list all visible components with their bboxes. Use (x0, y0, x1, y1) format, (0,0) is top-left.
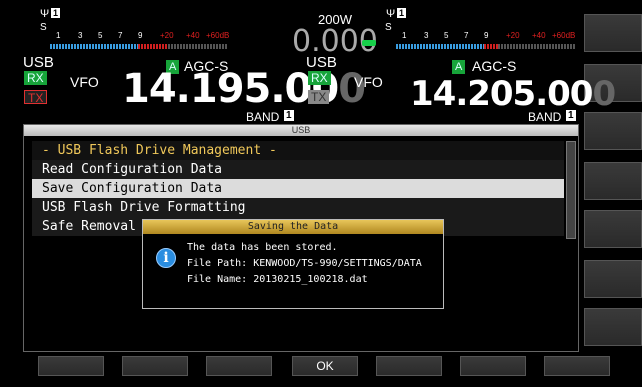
s-meter-bar-empty (168, 44, 228, 49)
soft-key-6[interactable] (584, 260, 642, 298)
s-meter-bar (396, 44, 484, 49)
meter-tick: +60dB (552, 31, 576, 40)
mode-label: USB (23, 54, 54, 71)
meter-tick: 9 (484, 31, 489, 40)
meter-tick: 3 (424, 31, 429, 40)
soft-key-3[interactable] (584, 112, 642, 150)
menu-item-format-drive[interactable]: USB Flash Drive Formatting (32, 198, 564, 217)
ok-button[interactable]: OK (292, 356, 358, 376)
function-key-5[interactable] (376, 356, 442, 376)
dialog-title: Saving the Data (143, 220, 443, 234)
band-number: 1 (284, 110, 294, 121)
mode-label: USB (306, 54, 337, 71)
meter-tick: 1 (402, 31, 407, 40)
vfo-label: VFO (354, 74, 383, 90)
antenna-icon: Ψ (40, 8, 50, 20)
info-dialog: Saving the Data i The data has been stor… (142, 219, 444, 309)
function-key-7[interactable] (544, 356, 610, 376)
vfo-label: VFO (70, 74, 99, 90)
meter-tick: +20 (160, 31, 174, 40)
meter-tick: 7 (464, 31, 469, 40)
meter-tick: 1 (56, 31, 61, 40)
s-meter-bar-empty (498, 44, 576, 49)
s-meter-bar-over (138, 44, 168, 49)
dialog-file-path: File Path: KENWOOD/TS-990/SETTINGS/DATA (187, 258, 422, 269)
meter-tick: +40 (532, 31, 546, 40)
function-key-3[interactable] (206, 356, 272, 376)
soft-key-4[interactable] (584, 162, 642, 200)
meter-tick: +60dB (206, 31, 230, 40)
agc-badge: A (452, 60, 466, 74)
meter-tick: 7 (118, 31, 123, 40)
meter-tick: +20 (506, 31, 520, 40)
menu-item-save-config[interactable]: Save Configuration Data (32, 179, 564, 198)
function-key-6[interactable] (460, 356, 526, 376)
soft-key-7[interactable] (584, 308, 642, 346)
function-key-2[interactable] (122, 356, 188, 376)
info-icon: i (156, 248, 176, 268)
s-meter-bar (50, 44, 138, 49)
antenna-number: 1 (397, 8, 407, 18)
tx-meter-indicator (362, 40, 376, 46)
s-meter-label: S (40, 22, 47, 33)
frequency-display: 14.205.000 (410, 74, 616, 114)
panel-title: USB (24, 125, 578, 136)
antenna-number: 1 (51, 8, 61, 18)
s-meter-bar-over (484, 44, 498, 49)
menu-item-read-config[interactable]: Read Configuration Data (32, 160, 564, 179)
band-label: BAND (246, 110, 280, 124)
dialog-message: The data has been stored. (187, 242, 338, 253)
agc-label: AGC-S (472, 58, 517, 74)
rx-indicator: RX (308, 71, 331, 85)
tx-indicator: TX (24, 90, 48, 105)
meter-tick: +40 (186, 31, 200, 40)
band-number: 1 (566, 110, 576, 121)
frequency-main: 14.195.00 (122, 66, 339, 112)
meter-tick: 3 (78, 31, 83, 40)
menu-header: - USB Flash Drive Management - (32, 141, 564, 160)
frequency-main: 14.205.00 (410, 74, 593, 114)
meter-tick: 5 (98, 31, 103, 40)
band-label: BAND (528, 110, 562, 124)
meter-tick: 5 (444, 31, 449, 40)
s-meter-label: S (385, 22, 392, 33)
meter-tick: 9 (138, 31, 143, 40)
tx-indicator: TX (308, 90, 330, 104)
antenna-icon: Ψ (386, 8, 396, 20)
soft-key-1[interactable] (584, 14, 642, 52)
soft-key-5[interactable] (584, 210, 642, 248)
dialog-file-name: File Name: 20130215_100218.dat (187, 274, 368, 285)
frequency-dim-digit: 0 (592, 74, 616, 114)
rx-indicator: RX (24, 71, 47, 85)
scrollbar[interactable] (566, 141, 576, 239)
function-key-1[interactable] (38, 356, 104, 376)
